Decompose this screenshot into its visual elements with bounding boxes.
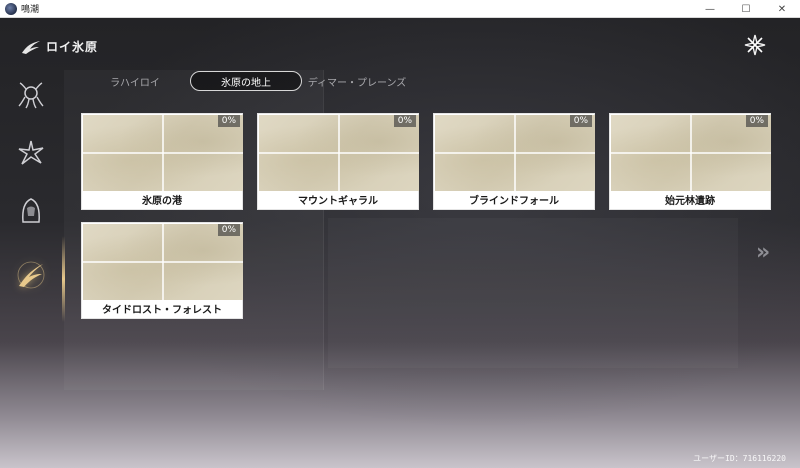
area-card-tidelost-forest[interactable]: 0% タイドロスト・フォレスト: [81, 222, 243, 319]
sidebar-item-tentacle[interactable]: [14, 78, 48, 112]
area-card-mount-gyaral[interactable]: 0% マウントギャラル: [257, 113, 419, 210]
next-page-arrow-icon[interactable]: »: [756, 240, 770, 265]
region-header: ロイ氷原: [20, 38, 98, 55]
region-title: ロイ氷原: [46, 40, 99, 54]
tab-rahairoi[interactable]: ラハイロイ: [80, 71, 190, 91]
star-burst-creature-icon: [18, 140, 44, 165]
area-card-primordial-forest-ruins[interactable]: 0% 始元林遺跡: [609, 113, 771, 210]
area-card-label: 始元林遺跡: [665, 196, 715, 207]
window-title: 鳴潮: [21, 5, 40, 15]
progress-badge: 0%: [217, 115, 240, 127]
area-card-label: ブラインドフォール: [469, 196, 559, 207]
tab-frostlands-surface[interactable]: 氷原の地上: [190, 71, 302, 91]
minimize-button[interactable]: —: [692, 0, 728, 18]
tab-dimmer-plains[interactable]: ディマー・プレーンズ: [302, 71, 412, 91]
progress-badge: 0%: [745, 115, 768, 127]
user-id-label: ユーザーID：716116220: [693, 454, 786, 463]
progress-badge: 0%: [217, 224, 240, 236]
tentacle-creature-icon: [18, 82, 44, 109]
maximize-button[interactable]: ☐: [728, 0, 764, 18]
area-card-blindfall[interactable]: 0% ブラインドフォール: [433, 113, 595, 210]
area-card-label: タイドロスト・フォレスト: [102, 305, 222, 316]
app-logo-icon: [5, 2, 17, 15]
wing-emblem-icon: [17, 261, 45, 289]
window-controls: — ☐ ✕: [692, 0, 800, 18]
sidebar-item-roya-frostlands[interactable]: [14, 258, 48, 292]
area-card-label: 氷原の港: [142, 196, 182, 207]
background-detail-panel: [328, 218, 738, 368]
area-card-frostland-port[interactable]: 0% 氷原の港: [81, 113, 243, 210]
window-titlebar: 鳴潮 — ☐ ✕: [0, 0, 800, 18]
window-close-button[interactable]: ✕: [764, 0, 800, 18]
area-card-label: マウントギャラル: [298, 196, 378, 207]
sidebar-active-indicator: [62, 236, 65, 322]
sidebar-item-starburst[interactable]: [14, 136, 48, 170]
progress-badge: 0%: [393, 115, 416, 127]
close-icon[interactable]: [742, 32, 768, 58]
progress-badge: 0%: [569, 115, 592, 127]
wing-emblem-icon: [22, 40, 40, 54]
sidebar-item-hooded[interactable]: [14, 194, 48, 228]
hooded-figure-icon: [22, 198, 40, 223]
game-viewport: ロイ氷原 ラハイロイ 氷原の地上 ディマー・プレーンズ 0% 氷原の港 0% マ…: [0, 18, 800, 468]
subregion-tabs: ラハイロイ 氷原の地上 ディマー・プレーンズ: [80, 70, 412, 92]
